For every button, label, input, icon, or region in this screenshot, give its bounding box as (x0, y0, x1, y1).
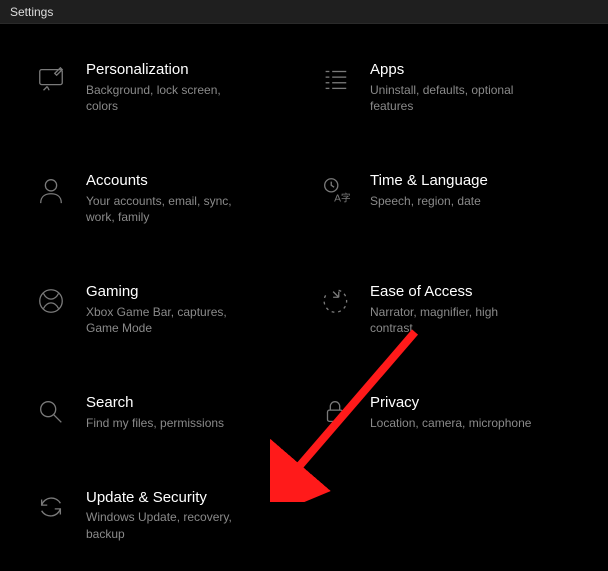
settings-item-apps[interactable]: Apps Uninstall, defaults, optional featu… (314, 56, 578, 119)
item-text: Update & Security Windows Update, recove… (86, 488, 290, 543)
item-text: Time & Language Speech, region, date (370, 171, 574, 209)
settings-item-ease-of-access[interactable]: Ease of Access Narrator, magnifier, high… (314, 278, 578, 341)
settings-grid: Personalization Background, lock screen,… (0, 24, 608, 571)
settings-item-accounts[interactable]: Accounts Your accounts, email, sync, wor… (30, 167, 294, 230)
item-subtitle: Background, lock screen, colors (86, 82, 256, 116)
settings-item-personalization[interactable]: Personalization Background, lock screen,… (30, 56, 294, 119)
item-subtitle: Xbox Game Bar, captures, Game Mode (86, 304, 256, 338)
apps-icon (318, 62, 352, 96)
personalization-icon (34, 62, 68, 96)
item-title: Update & Security (86, 488, 290, 508)
item-text: Accounts Your accounts, email, sync, wor… (86, 171, 290, 226)
item-text: Personalization Background, lock screen,… (86, 60, 290, 115)
settings-item-gaming[interactable]: Gaming Xbox Game Bar, captures, Game Mod… (30, 278, 294, 341)
search-icon (34, 395, 68, 429)
item-title: Personalization (86, 60, 290, 80)
item-title: Apps (370, 60, 574, 80)
title-bar: Settings (0, 0, 608, 24)
privacy-icon (318, 395, 352, 429)
item-subtitle: Narrator, magnifier, high contrast (370, 304, 540, 338)
item-title: Time & Language (370, 171, 574, 191)
item-subtitle: Windows Update, recovery, backup (86, 509, 256, 543)
gaming-icon (34, 284, 68, 318)
item-text: Search Find my files, permissions (86, 393, 290, 431)
item-subtitle: Uninstall, defaults, optional features (370, 82, 540, 116)
settings-item-search[interactable]: Search Find my files, permissions (30, 389, 294, 435)
svg-text:A字: A字 (334, 191, 350, 204)
ease-of-access-icon (318, 284, 352, 318)
item-text: Gaming Xbox Game Bar, captures, Game Mod… (86, 282, 290, 337)
item-subtitle: Speech, region, date (370, 193, 540, 210)
update-security-icon (34, 490, 68, 524)
item-text: Apps Uninstall, defaults, optional featu… (370, 60, 574, 115)
item-subtitle: Your accounts, email, sync, work, family (86, 193, 256, 227)
settings-item-time-language[interactable]: A字 Time & Language Speech, region, date (314, 167, 578, 230)
item-title: Gaming (86, 282, 290, 302)
item-text: Ease of Access Narrator, magnifier, high… (370, 282, 574, 337)
time-language-icon: A字 (318, 173, 352, 207)
settings-item-update-security[interactable]: Update & Security Windows Update, recove… (30, 484, 294, 547)
item-title: Privacy (370, 393, 574, 413)
item-title: Search (86, 393, 290, 413)
item-text: Privacy Location, camera, microphone (370, 393, 574, 431)
item-title: Accounts (86, 171, 290, 191)
settings-item-privacy[interactable]: Privacy Location, camera, microphone (314, 389, 578, 435)
item-subtitle: Find my files, permissions (86, 415, 256, 432)
item-subtitle: Location, camera, microphone (370, 415, 540, 432)
window-title: Settings (10, 5, 53, 19)
accounts-icon (34, 173, 68, 207)
item-title: Ease of Access (370, 282, 574, 302)
